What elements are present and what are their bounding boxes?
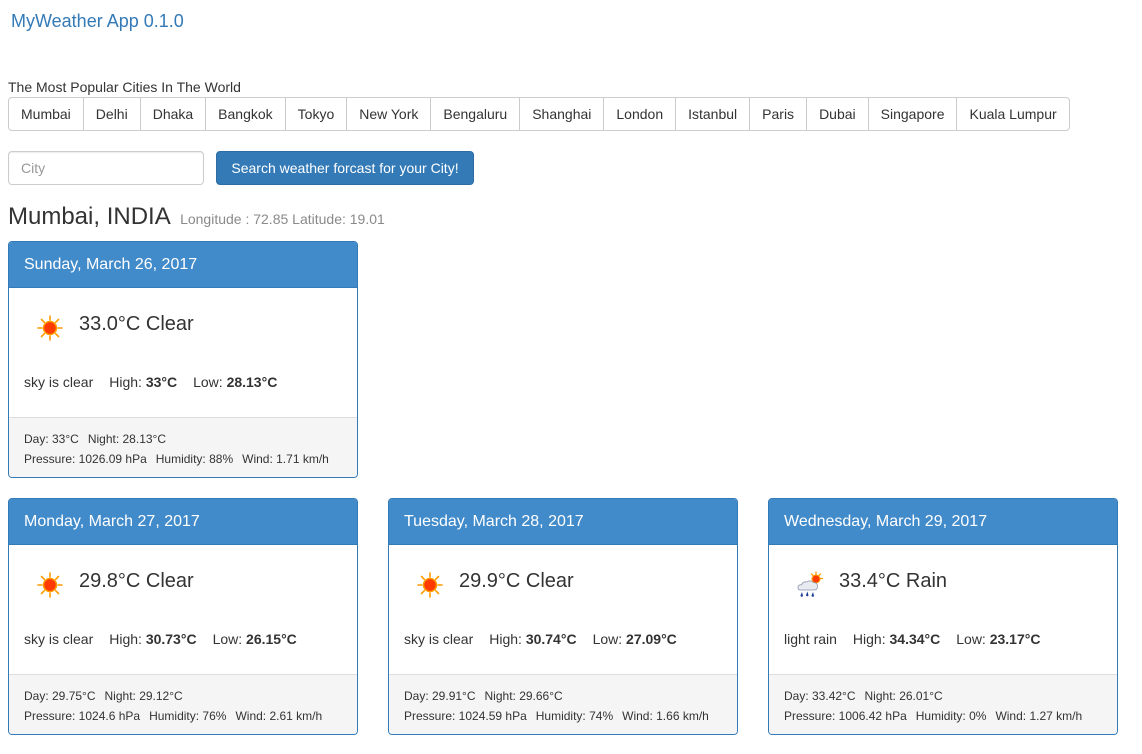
forecast-description: sky is clear — [24, 631, 94, 647]
location-name: Mumbai, INDIA — [8, 203, 170, 230]
high-value: 33°C — [145, 374, 178, 390]
humidity: Humidity: 74% — [535, 709, 614, 723]
forecast-date: Monday, March 27, 2017 — [9, 499, 357, 545]
city-button-shanghai[interactable]: Shanghai — [519, 97, 605, 131]
low-value: 27.09°C — [626, 631, 677, 647]
forecast-temperature: 29.8°C Clear — [79, 570, 194, 592]
forecast-body: 29.8°C Clear sky is clear High: 30.73°C Lo… — [9, 545, 357, 674]
city-button-dubai[interactable]: Dubai — [806, 97, 869, 131]
sun-icon — [417, 572, 443, 598]
night-temp: Night: 29.66°C — [484, 689, 563, 703]
popular-cities-label: The Most Popular Cities In The World — [8, 79, 241, 95]
low-label: Low: — [592, 631, 623, 647]
forecast-description-line: sky is clear High: 33°C Low: 28.13°C — [24, 374, 277, 390]
high-value: 34.34°C — [889, 631, 941, 647]
forecast-temperature: 33.4°C Rain — [839, 570, 948, 592]
forecast-card: Tuesday, March 28, 2017 29.9°C Clear sky… — [388, 498, 738, 735]
forecast-date: Wednesday, March 29, 2017 — [769, 499, 1117, 545]
city-button-london[interactable]: London — [603, 97, 677, 131]
day-temp: Day: 33°C — [24, 432, 79, 446]
rain-cloud-icon — [797, 571, 824, 597]
low-value: 23.17°C — [989, 631, 1041, 647]
day-temp: Day: 33.42°C — [784, 689, 856, 703]
forecast-date: Sunday, March 26, 2017 — [9, 242, 357, 288]
forecast-footer: Day: 29.91°C Night: 29.66°C Pressure: 102… — [389, 674, 737, 734]
search-forecast-button[interactable]: Search weather forcast for your City! — [216, 151, 474, 185]
city-button-group: Mumbai Delhi Dhaka Bangkok Tokyo New Yor… — [8, 97, 1070, 131]
forecast-temperature: 33.0°C Clear — [79, 313, 194, 335]
day-temp: Day: 29.91°C — [404, 689, 476, 703]
wind: Wind: 2.61 km/h — [235, 709, 323, 723]
pressure: Pressure: 1024.59 hPa — [404, 709, 527, 723]
high-label: High: — [852, 631, 886, 647]
forecast-body: 29.9°C Clear sky is clear High: 30.74°C Lo… — [389, 545, 737, 674]
forecast-body: 33.0°C Clear sky is clear High: 33°C Low: … — [9, 288, 357, 417]
high-value: 30.73°C — [145, 631, 197, 647]
high-label: High: — [109, 374, 142, 390]
high-label: High: — [109, 631, 142, 647]
night-temp: Night: 28.13°C — [87, 432, 167, 446]
wind: Wind: 1.71 km/h — [242, 452, 329, 466]
city-button-mumbai[interactable]: Mumbai — [8, 97, 84, 131]
forecast-description: sky is clear — [24, 374, 94, 390]
city-button-dhaka[interactable]: Dhaka — [139, 97, 207, 131]
low-value: 26.15°C — [246, 631, 297, 647]
forecast-description: sky is clear — [404, 631, 474, 647]
city-button-paris[interactable]: Paris — [749, 97, 808, 131]
forecast-temperature: 29.9°C Clear — [459, 570, 574, 592]
forecast-card: Monday, March 27, 2017 29.8°C Clear sky … — [8, 498, 358, 735]
forecast-footer: Day: 33°C Night: 28.13°C Pressure: 1026.0… — [9, 417, 357, 477]
forecast-description-line: sky is clear High: 30.74°C Low: 27.09°C — [404, 631, 677, 647]
night-temp: Night: 29.12°C — [104, 689, 183, 703]
forecast-footer: Day: 33.42°C Night: 26.01°C Pressure: 100… — [769, 674, 1117, 734]
city-button-bangkok[interactable]: Bangkok — [205, 97, 286, 131]
forecast-footer: Day: 29.75°C Night: 29.12°C Pressure: 102… — [9, 674, 357, 734]
sun-icon — [37, 572, 63, 598]
high-label: High: — [489, 631, 522, 647]
city-button-kuala-lumpur[interactable]: Kuala Lumpur — [956, 97, 1070, 131]
app-title-link[interactable]: MyWeather App 0.1.0 — [11, 11, 184, 32]
forecast-card: Sunday, March 26, 2017 33.0°C Clear sky … — [8, 241, 358, 478]
forecast-description-line: light rain High: 34.34°C Low: 23.17°C — [784, 631, 1040, 647]
humidity: Humidity: 0% — [915, 709, 987, 723]
forecast-description-line: sky is clear High: 30.73°C Low: 26.15°C — [24, 631, 297, 647]
low-label: Low: — [193, 374, 223, 390]
night-temp: Night: 26.01°C — [864, 689, 943, 703]
pressure: Pressure: 1006.42 hPa — [784, 709, 907, 723]
city-button-bengaluru[interactable]: Bengaluru — [430, 97, 521, 131]
city-button-tokyo[interactable]: Tokyo — [284, 97, 348, 131]
forecast-body: 33.4°C Rain light rain High: 34.34°C Low: … — [769, 545, 1117, 674]
day-temp: Day: 29.75°C — [24, 689, 96, 703]
high-value: 30.74°C — [525, 631, 577, 647]
forecast-date: Tuesday, March 28, 2017 — [389, 499, 737, 545]
low-label: Low: — [956, 631, 986, 647]
city-button-singapore[interactable]: Singapore — [867, 97, 958, 131]
low-value: 28.13°C — [226, 374, 278, 390]
low-label: Low: — [212, 631, 243, 647]
pressure: Pressure: 1024.6 hPa — [24, 709, 141, 723]
location-heading: Mumbai, INDIA Longitude : 72.85 Latitude… — [8, 203, 385, 231]
location-coordinates: Longitude : 72.85 Latitude: 19.01 — [180, 211, 385, 227]
city-search-input[interactable] — [8, 151, 204, 185]
humidity: Humidity: 88% — [155, 452, 234, 466]
city-button-new-york[interactable]: New York — [346, 97, 432, 131]
city-button-istanbul[interactable]: Istanbul — [675, 97, 751, 131]
humidity: Humidity: 76% — [149, 709, 227, 723]
pressure: Pressure: 1026.09 hPa — [24, 452, 147, 466]
wind: Wind: 1.27 km/h — [995, 709, 1083, 723]
city-button-delhi[interactable]: Delhi — [82, 97, 141, 131]
wind: Wind: 1.66 km/h — [622, 709, 709, 723]
forecast-card: Wednesday, March 29, 2017 33.4°C Rain li… — [768, 498, 1118, 735]
forecast-description: light rain — [784, 631, 837, 647]
sun-icon — [37, 315, 63, 341]
